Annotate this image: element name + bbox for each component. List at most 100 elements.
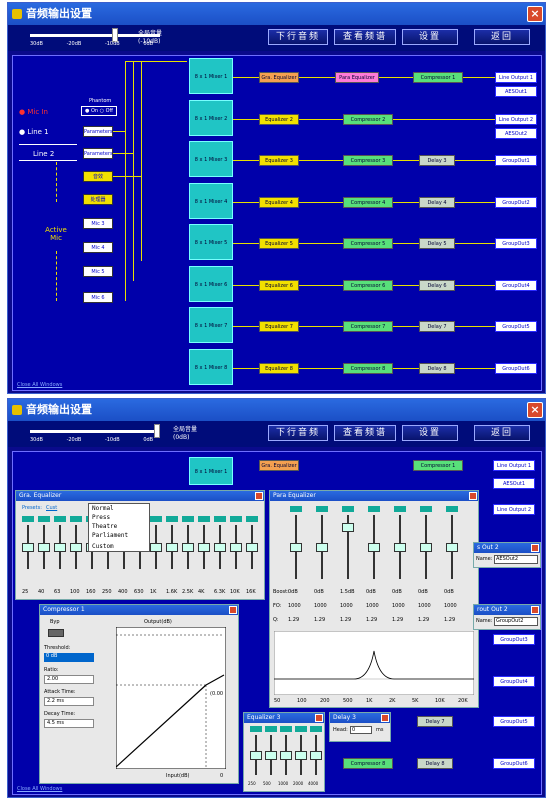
delay8-block[interactable]: Delay 8 (417, 758, 453, 769)
line-out2-block[interactable]: Line Output 2 (495, 113, 537, 125)
delay-block[interactable]: Delay 7 (419, 321, 455, 332)
fader-knob[interactable] (342, 523, 354, 533)
delay-block[interactable]: Delay 5 (419, 238, 455, 249)
mic4-button[interactable]: Mic 4 (83, 242, 113, 253)
group-out-block[interactable]: GroupOut2 (495, 196, 537, 208)
mic3-button[interactable]: Mic 3 (83, 218, 113, 229)
comp-block[interactable]: Compressor 8 (343, 362, 393, 374)
aes1-block[interactable]: AESOut1 (493, 478, 535, 489)
sound-effect-button[interactable]: 音效 (83, 171, 113, 182)
panel-close-icon[interactable] (229, 606, 237, 614)
eq-fader[interactable] (368, 506, 380, 579)
eq-fader[interactable] (54, 516, 66, 569)
comp8-block[interactable]: Compressor 8 (343, 758, 393, 769)
close-all-link[interactable]: Close All Windows (17, 786, 62, 792)
fader-knob[interactable] (290, 542, 302, 552)
mixer-block[interactable]: 8 x 1 Mixer 7 (189, 307, 233, 343)
menu-item-parliament[interactable]: Parliament (89, 531, 149, 540)
group-out4-block[interactable]: GroupOut4 (493, 676, 535, 687)
menu-item-theatre[interactable]: Theatre (89, 522, 149, 531)
eq-fader[interactable] (316, 506, 328, 579)
mixer-block[interactable]: 8 x 1 Mixer 1 (189, 58, 233, 94)
back-button[interactable]: 返回 (474, 29, 530, 45)
eq-fader[interactable] (446, 506, 458, 579)
group-out6-block[interactable]: GroupOut6 (493, 758, 535, 769)
volume-knob[interactable] (112, 28, 118, 42)
processor-button[interactable]: 处理器 (83, 194, 113, 205)
view-spectrum-button[interactable]: 查看频谱 (334, 29, 396, 45)
eq2-block[interactable]: Equalizer 2 (259, 113, 299, 125)
close-button[interactable]: × (527, 6, 543, 22)
name-input[interactable]: GroupOut2 (494, 617, 538, 626)
close-all-link[interactable]: Close All Windows (17, 382, 62, 388)
eq-fader[interactable] (182, 516, 194, 569)
mic6-button[interactable]: Mic 6 (83, 292, 113, 303)
group-out-block[interactable]: GroupOut6 (495, 362, 537, 374)
fader-knob[interactable] (280, 750, 292, 760)
gra-eq-block[interactable]: Gra. Equalizer (259, 460, 299, 471)
downlink-audio-button[interactable]: 下行音频 (268, 29, 328, 45)
eq-block[interactable]: Equalizer 6 (259, 279, 299, 291)
mic5-button[interactable]: Mic 5 (83, 266, 113, 277)
mixer-block[interactable]: 8 x 1 Mixer 5 (189, 224, 233, 260)
comp-block[interactable]: Compressor 3 (343, 155, 393, 166)
fader-knob[interactable] (420, 542, 432, 552)
comp1-block[interactable]: Compressor 1 (413, 460, 463, 471)
eq-block[interactable]: Equalizer 5 (259, 238, 299, 249)
line-out2-block[interactable]: Line Output 2 (493, 504, 535, 515)
eq-fader[interactable] (420, 506, 432, 579)
attack-select[interactable]: 2.2 ms (44, 697, 94, 706)
ratio-select[interactable]: 2.00 (44, 675, 94, 684)
eq-fader[interactable] (198, 516, 210, 569)
eq-block[interactable]: Equalizer 8 (259, 362, 299, 374)
eq-fader[interactable] (342, 506, 354, 579)
menu-item-normal[interactable]: Normal (89, 504, 149, 513)
eq-fader[interactable] (394, 506, 406, 579)
fader-knob[interactable] (250, 750, 262, 760)
eq-fader[interactable] (280, 726, 292, 775)
group-out-block[interactable]: GroupOut5 (495, 321, 537, 332)
eq-fader[interactable] (22, 516, 34, 569)
threshold-select[interactable]: 0 dB (44, 653, 94, 662)
para-eq-block[interactable]: Para Equalizer (335, 72, 379, 83)
fader-knob[interactable] (446, 542, 458, 552)
delay7-block[interactable]: Delay 7 (417, 716, 453, 727)
panel-close-icon[interactable] (255, 492, 263, 500)
comp-block[interactable]: Compressor 7 (343, 321, 393, 332)
comp1-block[interactable]: Compressor 1 (413, 72, 463, 83)
fader-knob[interactable] (246, 542, 258, 552)
panel-close-icon[interactable] (531, 544, 539, 552)
fader-knob[interactable] (182, 542, 194, 552)
mixer-block[interactable]: 8 x 1 Mixer 2 (189, 99, 233, 136)
delay-block[interactable]: Delay 3 (419, 155, 455, 166)
comp-block[interactable]: Compressor 4 (343, 196, 393, 208)
fader-knob[interactable] (230, 542, 242, 552)
eq-block[interactable]: Equalizer 4 (259, 196, 299, 208)
line-out1-block[interactable]: Line Output 1 (495, 72, 537, 83)
fader-knob[interactable] (214, 542, 226, 552)
eq-block[interactable]: Equalizer 7 (259, 321, 299, 332)
mixer-block[interactable]: 8 x 1 Mixer 4 (189, 182, 233, 219)
bypass-toggle[interactable] (48, 629, 64, 637)
fader-knob[interactable] (166, 542, 178, 552)
mixer-block[interactable]: 8 x 1 Mixer 3 (189, 141, 233, 177)
volume-knob[interactable] (154, 424, 160, 438)
back-button[interactable]: 返回 (474, 425, 530, 441)
delay-block[interactable]: Delay 8 (419, 362, 455, 374)
presets-select[interactable]: Cust (46, 505, 57, 511)
comp2-block[interactable]: Compressor 2 (343, 113, 393, 125)
mixer-block[interactable]: 8 x 1 Mixer 8 (189, 348, 233, 385)
settings-button[interactable]: 设置 (402, 425, 458, 441)
aes1-block[interactable]: AESOut1 (495, 86, 537, 97)
fader-knob[interactable] (310, 750, 322, 760)
parameters-button-1[interactable]: Parameters (83, 126, 113, 137)
fader-knob[interactable] (70, 542, 82, 552)
decay-select[interactable]: 4.5 ms (44, 719, 94, 728)
eq-fader[interactable] (250, 726, 262, 775)
group-out-block[interactable]: GroupOut4 (495, 279, 537, 291)
panel-close-icon[interactable] (315, 714, 323, 722)
fader-knob[interactable] (54, 542, 66, 552)
view-spectrum-button[interactable]: 查看频谱 (334, 425, 396, 441)
mixer-block[interactable]: 8 x 1 Mixer 1 (189, 457, 233, 485)
line1-radio[interactable]: ● Line 1 (19, 128, 49, 136)
